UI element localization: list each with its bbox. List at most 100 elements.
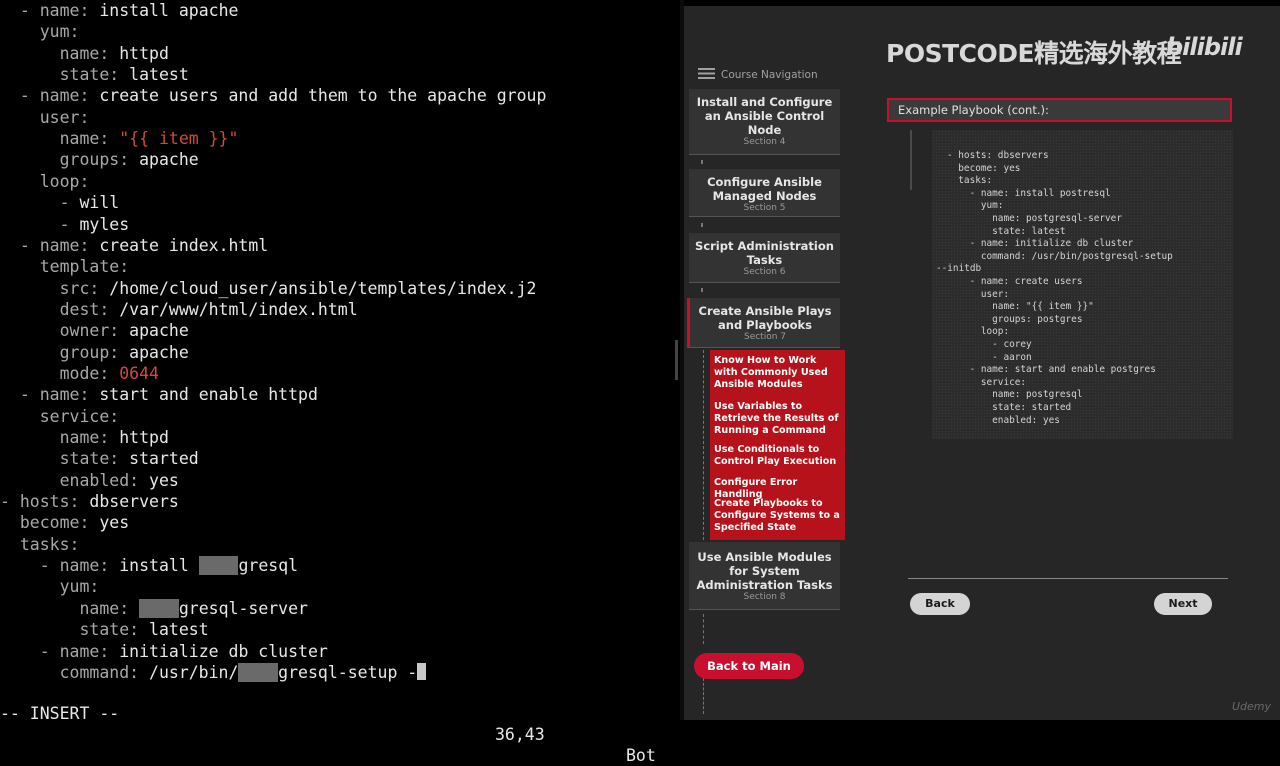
code-line: name: "{{ item }}" <box>947 301 1094 313</box>
vim-statusline: -- INSERT -- 36,43 Bot <box>0 682 680 765</box>
code-line: become: yes <box>947 162 1021 174</box>
editor-line[interactable]: - name: initialize db cluster <box>0 641 328 662</box>
editor-line[interactable]: src: /home/cloud_user/ansible/templates/… <box>0 278 537 299</box>
code-example-panel: - hosts: dbservers become: yes tasks: - … <box>932 130 1233 439</box>
section-title: Script Administration Tasks <box>695 239 834 267</box>
editor-line[interactable]: command: /usr/bin/postgresql-setup - <box>0 662 427 683</box>
section-subitems: Know How to Work with Commonly Used Ansi… <box>710 350 845 540</box>
editor-line[interactable]: - myles <box>0 214 130 235</box>
editor-line[interactable]: dest: /var/www/html/index.html <box>0 299 358 320</box>
section-number: Section 8 <box>743 592 786 602</box>
subitem-5[interactable]: Create Playbooks to Configure Systems to… <box>714 498 842 534</box>
editor-line[interactable]: owner: apache <box>0 320 189 341</box>
section-title: Use Ansible Modules for System Administr… <box>696 550 833 592</box>
nav-section-4[interactable]: Install and Configure an Ansible Control… <box>689 89 840 155</box>
code-scroll-indicator <box>910 130 912 190</box>
nav-section-5[interactable]: Configure Ansible Managed Nodes Section … <box>689 169 840 217</box>
editor-line[interactable]: service: <box>0 406 119 427</box>
slide-title: Example Playbook (cont.): <box>887 98 1232 122</box>
editor-line[interactable]: name: httpd <box>0 43 169 64</box>
section-title: Create Ansible Plays and Playbooks <box>698 304 832 332</box>
code-line: state: latest <box>947 225 1066 237</box>
code-line: loop: <box>947 326 1010 338</box>
code-line: enabled: yes <box>947 414 1060 426</box>
editor-line[interactable]: loop: <box>0 171 90 192</box>
course-navigation-label: Course Navigation <box>721 69 818 81</box>
back-button[interactable]: Back <box>910 593 970 615</box>
text-cursor <box>417 662 427 680</box>
code-line: - name: initialize db cluster <box>947 238 1134 250</box>
code-line: service: <box>947 376 1027 388</box>
editor-line[interactable]: name: httpd <box>0 427 169 448</box>
connector-dot <box>701 223 703 227</box>
editor-line[interactable]: tasks: <box>0 534 80 555</box>
code-line: name: postgresql <box>947 389 1083 401</box>
section-title: Configure Ansible Managed Nodes <box>707 175 822 203</box>
editor-line[interactable]: mode: 0644 <box>0 363 159 384</box>
editor-line[interactable]: yum: <box>0 576 100 597</box>
subitem-3[interactable]: Use Conditionals to Control Play Executi… <box>714 444 842 468</box>
editor-line[interactable]: template: <box>0 256 129 277</box>
editor-line[interactable]: state: started <box>0 448 199 469</box>
editor-line[interactable]: name: "{{ item }}" <box>0 128 239 149</box>
subitem-1[interactable]: Know How to Work with Commonly Used Ansi… <box>714 355 842 391</box>
connector-line <box>703 350 704 540</box>
vim-editor[interactable]: - name: install apache yum: name: httpd … <box>0 0 680 720</box>
code-line: state: started <box>947 402 1072 413</box>
subitem-2[interactable]: Use Variables to Retrieve the Results of… <box>714 401 842 437</box>
bilibili-logo: bilibili <box>1166 33 1243 61</box>
nav-section-8[interactable]: Use Ansible Modules for System Administr… <box>689 542 840 610</box>
watermark-text: POSTCODE精选海外教程 <box>886 39 1182 68</box>
code-line: groups: postgres <box>947 313 1083 325</box>
code-line: - name: install postresql <box>947 187 1111 199</box>
cursor-position: 36,43 <box>495 725 545 744</box>
code-line: - hosts: dbservers <box>947 150 1049 161</box>
code-line: - corey <box>947 339 1032 350</box>
editor-line[interactable]: - name: create index.html <box>0 235 268 256</box>
course-player: POSTCODE精选海外教程 bilibili Course Navigatio… <box>684 6 1280 720</box>
section-number: Section 6 <box>743 267 786 277</box>
code-line: user: <box>947 288 1010 300</box>
editor-line[interactable]: groups: apache <box>0 149 199 170</box>
editor-line[interactable]: enabled: yes <box>0 470 179 491</box>
connector-line <box>703 678 704 714</box>
nav-section-6[interactable]: Script Administration Tasks Section 6 <box>689 233 840 283</box>
editor-line[interactable]: state: latest <box>0 64 189 85</box>
back-to-main-button[interactable]: Back to Main <box>694 653 804 679</box>
scroll-percent: Bot <box>626 746 656 765</box>
divider-line <box>908 578 1228 579</box>
code-line: tasks: <box>947 175 993 187</box>
code-line: name: postgresql-server <box>947 213 1122 224</box>
connector-dot <box>701 288 703 292</box>
editor-line[interactable]: - name: create users and add them to the… <box>0 85 547 106</box>
section-number: Section 7 <box>743 332 787 342</box>
editor-line[interactable]: - hosts: dbservers <box>0 491 179 512</box>
udemy-watermark: Udemy <box>1232 700 1272 713</box>
editor-line[interactable]: - will <box>0 192 120 213</box>
connector-dot <box>701 160 703 164</box>
vim-mode-indicator: -- INSERT -- <box>0 704 120 723</box>
editor-line[interactable]: - name: start and enable httpd <box>0 384 318 405</box>
editor-line[interactable]: group: apache <box>0 342 189 363</box>
code-line: - aaron <box>947 351 1032 363</box>
section-number: Section 4 <box>743 137 786 147</box>
pane-resize-handle[interactable] <box>675 340 678 380</box>
hamburger-menu-icon <box>698 68 715 79</box>
section-number: Section 5 <box>743 203 786 213</box>
connector-line <box>703 614 704 644</box>
editor-line[interactable]: user: <box>0 107 90 128</box>
course-navigation-header[interactable]: Course Navigation <box>698 66 848 84</box>
next-button[interactable]: Next <box>1154 593 1212 615</box>
code-line: command: /usr/bin/postgresql-setup <box>947 250 1173 262</box>
editor-line[interactable]: - name: install postgresql <box>0 555 298 576</box>
editor-line[interactable]: become: yes <box>0 512 129 533</box>
editor-line[interactable]: yum: <box>0 21 80 42</box>
code-line: - name: start and enable postgres <box>947 364 1156 376</box>
editor-line[interactable]: name: postgresql-server <box>0 598 308 619</box>
section-title: Install and Configure an Ansible Control… <box>696 95 833 137</box>
nav-section-7[interactable]: Create Ansible Plays and Playbooks Secti… <box>687 298 840 348</box>
editor-line[interactable]: - name: install apache <box>0 0 239 21</box>
editor-line[interactable]: state: latest <box>0 619 208 640</box>
code-line: - name: create users <box>947 276 1083 287</box>
code-line: yum: <box>947 200 1004 212</box>
